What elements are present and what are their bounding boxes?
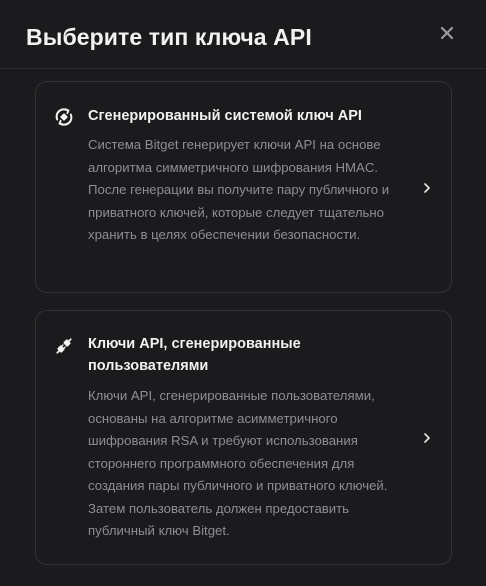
option-title: Ключи API, сгенерированные пользователям… [88,336,301,374]
plug-connect-icon [53,335,75,357]
option-title: Сгенерированный системой ключ API [88,108,362,124]
refresh-key-icon [53,106,75,128]
option-description: Система Bitget генерирует ключи API на о… [88,137,390,242]
chevron-right-icon [422,181,432,193]
option-user-generated-key[interactable]: Ключи API, сгенерированные пользователям… [35,310,452,565]
option-system-generated-key[interactable]: Сгенерированный системой ключ API Систем… [35,81,452,293]
api-key-type-dialog: Выберите тип ключа API Сгенерированный с… [0,0,486,586]
chevron-right-icon [422,431,432,443]
dialog-header: Выберите тип ключа API [0,0,486,69]
option-description: Ключи API, сгенерированные пользователям… [88,388,388,538]
dialog-title: Выберите тип ключа API [26,24,312,50]
close-icon[interactable] [437,23,457,43]
